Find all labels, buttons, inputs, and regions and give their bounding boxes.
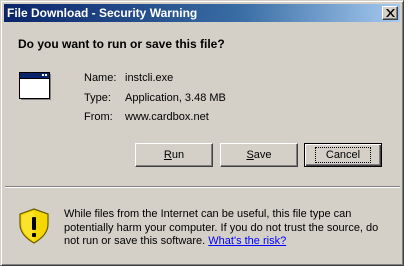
window-title: File Download - Security Warning [7, 6, 198, 20]
close-icon [386, 9, 395, 17]
from-label: From: [84, 111, 113, 123]
file-download-dialog: File Download - Security Warning Do you … [0, 0, 404, 266]
cancel-button[interactable]: Cancel [304, 143, 382, 167]
run-button[interactable]: Run [135, 143, 213, 167]
security-warning-text: While files from the Internet can be use… [64, 208, 394, 249]
prompt-heading: Do you want to run or save this file? [18, 37, 225, 51]
save-button-label: Save [246, 149, 272, 161]
save-button[interactable]: Save [220, 143, 298, 167]
cancel-button-label: Cancel [314, 147, 372, 163]
whats-the-risk-link[interactable]: What's the risk? [208, 235, 286, 247]
run-button-label: Run [163, 149, 185, 161]
name-label: Name: [84, 72, 117, 84]
shield-warning-icon [19, 208, 49, 244]
close-button[interactable] [382, 6, 398, 20]
from-value: www.cardbox.net [125, 111, 209, 123]
type-value: Application, 3.48 MB [125, 92, 226, 104]
separator-highlight [5, 187, 400, 188]
type-label: Type: [84, 92, 111, 104]
application-window-icon [19, 72, 51, 100]
title-bar[interactable]: File Download - Security Warning [4, 4, 400, 22]
name-value: instcli.exe [125, 72, 174, 84]
